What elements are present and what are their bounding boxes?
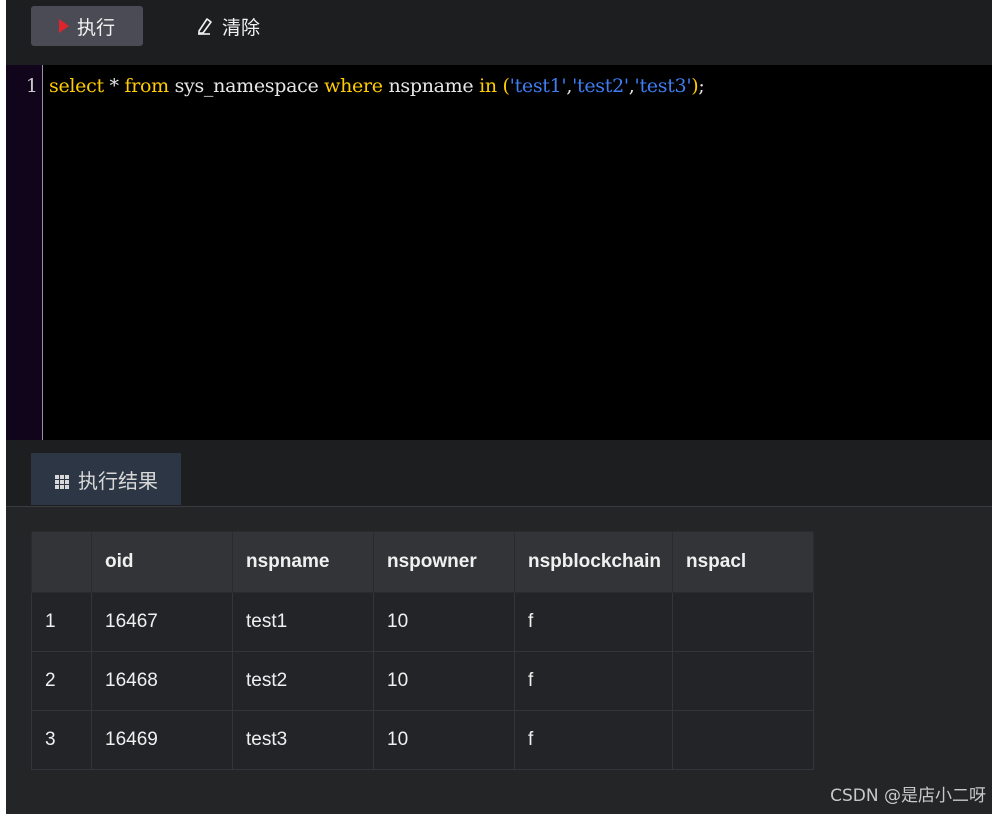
table-cell: 1 (31, 592, 92, 652)
table-header-row: oid nspname nspowner nspblockchain nspac… (31, 531, 814, 593)
column-header: nspowner (373, 531, 515, 593)
table-cell: 16467 (91, 592, 233, 652)
line-number-gutter: 1 (6, 65, 43, 440)
code-token: nspname (382, 75, 480, 97)
table-row[interactable]: 3 16469 test3 10 f (31, 710, 814, 770)
clear-button-label: 清除 (222, 16, 261, 39)
table-cell: f (514, 592, 673, 652)
watermark: CSDN @是店小二呀 (830, 786, 986, 806)
table-cell: 10 (373, 592, 515, 652)
result-table-container: oid nspname nspowner nspblockchain nspac… (31, 531, 992, 814)
code-token: 'test2' (572, 75, 629, 97)
column-header: nspacl (672, 531, 814, 593)
run-button[interactable]: 执行 (31, 6, 143, 46)
table-cell: 16469 (91, 710, 233, 770)
code-token: sys_namespace (168, 75, 325, 97)
table-cell: 10 (373, 710, 515, 770)
code-token: where (324, 75, 383, 97)
toolbar: 执行 清除 (6, 0, 992, 65)
column-header: oid (91, 531, 233, 593)
table-cell: test1 (232, 592, 374, 652)
table-cell: test3 (232, 710, 374, 770)
table-cell: 3 (31, 710, 92, 770)
code-line[interactable]: select * from sys_namespace where nspnam… (49, 75, 705, 97)
table-cell: 16468 (91, 651, 233, 711)
code-token: 'test3' (634, 75, 692, 97)
tab-execution-result[interactable]: 执行结果 (31, 453, 181, 505)
sql-console: 执行 清除 1 select * from sys_namespace wher… (6, 0, 992, 814)
table-row[interactable]: 2 16468 test2 10 f (31, 651, 814, 711)
table-cell (672, 710, 814, 770)
grid-icon (54, 471, 70, 489)
code-token: select (49, 75, 104, 97)
tab-execution-result-label: 执行结果 (78, 468, 158, 493)
column-header (31, 531, 92, 593)
table-cell: 2 (31, 651, 92, 711)
eraser-icon (194, 16, 214, 36)
column-header: nspblockchain (514, 531, 673, 593)
run-button-label: 执行 (76, 16, 115, 39)
column-header: nspname (232, 531, 374, 593)
play-icon (58, 19, 69, 33)
table-cell: f (514, 710, 673, 770)
table-cell (672, 592, 814, 652)
code-token: from (124, 75, 169, 97)
clear-button[interactable]: 清除 (186, 6, 294, 46)
code-token: ; (698, 75, 705, 97)
table-cell (672, 651, 814, 711)
result-table: oid nspname nspowner nspblockchain nspac… (31, 531, 814, 770)
table-cell: test2 (232, 651, 374, 711)
table-cell: 10 (373, 651, 515, 711)
table-row[interactable]: 1 16467 test1 10 f (31, 592, 814, 652)
result-tab-bar: 执行结果 (6, 440, 992, 507)
code-token: in (479, 75, 497, 97)
table-cell: f (514, 651, 673, 711)
sql-editor[interactable]: 1 select * from sys_namespace where nspn… (6, 65, 992, 440)
code-token: * (103, 75, 125, 97)
code-token: ( (496, 75, 510, 97)
line-number: 1 (25, 75, 38, 97)
code-token: 'test1' (509, 75, 567, 97)
